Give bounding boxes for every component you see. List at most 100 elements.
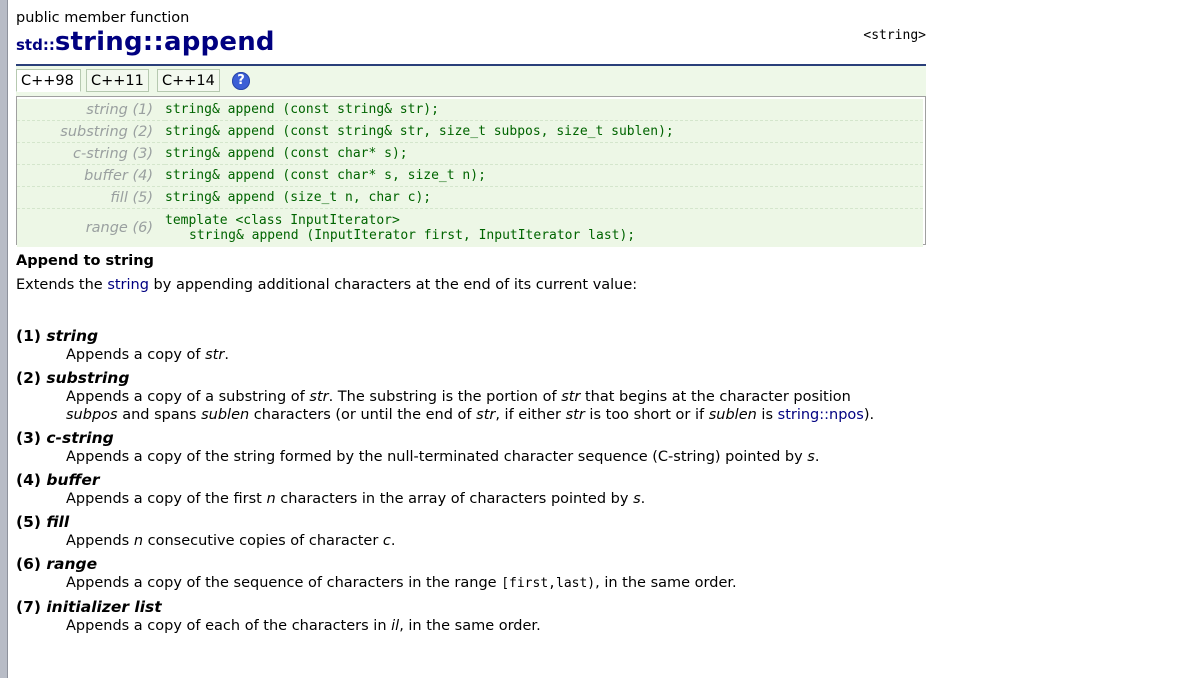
param-name: str [309, 389, 329, 405]
param-name: str [205, 347, 225, 363]
prototype-row: substring (2) string& append (const stri… [17, 120, 923, 143]
prototypes-box: string (1) string& append (const string&… [16, 96, 926, 247]
string-link[interactable]: string [107, 277, 149, 293]
text-part: that begins at the character position [580, 389, 851, 405]
title-function-name: string::append [54, 27, 275, 57]
param-name: str [476, 407, 496, 423]
param-name: sublen [201, 407, 250, 423]
description-title: Append to string [16, 253, 154, 269]
description-text: Extends the string by appending addition… [16, 277, 637, 293]
definition-text: Appends a copy of each of the characters… [66, 617, 926, 635]
member-kind-label: public member function [16, 10, 190, 26]
definition-number: (3) [16, 429, 41, 447]
definition-name: c-string [46, 429, 114, 447]
definition-number: (7) [16, 598, 41, 616]
prototype-row: range (6) template <class InputIterator>… [17, 208, 923, 247]
prototype-code: template <class InputIterator> string& ap… [165, 208, 923, 247]
definition-text: Appends a copy of the sequence of charac… [66, 574, 926, 593]
text-part: Appends a copy of the first [66, 491, 267, 507]
text-part: Appends a copy of a substring of [66, 389, 310, 405]
text-part: is too short or if [584, 407, 709, 423]
text-part: . [814, 449, 820, 465]
prototype-label: range (6) [17, 208, 165, 247]
text-part: Appends [66, 533, 134, 549]
definition-term: (5) fill [16, 512, 926, 532]
text-part: Appends a copy of [66, 347, 206, 363]
overload-definitions: (1) string Appends a copy of str. (2) su… [16, 326, 926, 639]
definition-text: subpos and spans sublen characters (or u… [66, 406, 926, 424]
param-name: c [382, 533, 391, 549]
param-name: n [133, 533, 144, 549]
definition-number: (6) [16, 555, 41, 573]
prototype-code-signature-line: string& append (InputIterator first, Inp… [189, 228, 636, 243]
definition-term: (1) string [16, 326, 926, 346]
param-name: str [561, 389, 581, 405]
definition-term: (7) initializer list [16, 597, 926, 617]
text-part: . The substring is the portion of [328, 389, 562, 405]
definition-item: (4) buffer Appends a copy of the first n… [16, 470, 926, 508]
param-name: s [633, 491, 641, 507]
definition-name: range [46, 555, 98, 573]
tab-cpp98[interactable]: C++98 [16, 69, 81, 92]
definition-item: (1) string Appends a copy of str. [16, 326, 926, 364]
definition-text: Appends a copy of the string formed by t… [66, 448, 926, 466]
text-part: characters (or until the end of [249, 407, 477, 423]
definition-term: (4) buffer [16, 470, 926, 490]
definition-term: (3) c-string [16, 428, 926, 448]
description-text-part: Extends the [16, 277, 108, 293]
prototype-row: buffer (4) string& append (const char* s… [17, 164, 923, 187]
text-part: consecutive copies of character [143, 533, 383, 549]
tab-cpp14[interactable]: C++14 [157, 69, 220, 92]
prototype-row: string (1) string& append (const string&… [17, 99, 923, 121]
prototype-label: string (1) [17, 99, 165, 121]
param-name: sublen [708, 407, 757, 423]
text-part: , if either [495, 407, 566, 423]
definition-name: fill [46, 513, 70, 531]
param-name: str [565, 407, 585, 423]
text-part: Appends a copy of the sequence of charac… [66, 575, 502, 591]
prototype-label: substring (2) [17, 120, 165, 143]
param-name: il [391, 618, 400, 634]
title-namespace: std:: [16, 36, 55, 54]
tab-cpp11[interactable]: C++11 [86, 69, 149, 92]
text-part: , in the same order. [595, 575, 737, 591]
text-part: . [224, 347, 229, 363]
definition-item: (2) substring Appends a copy of a substr… [16, 368, 926, 424]
definition-text: Appends a copy of the first n characters… [66, 490, 926, 508]
prototypes-table: string (1) string& append (const string&… [17, 99, 923, 247]
param-name: n [266, 491, 276, 507]
definition-item: (3) c-string Appends a copy of the strin… [16, 428, 926, 466]
definition-name: buffer [46, 471, 100, 489]
definition-number: (1) [16, 327, 41, 345]
definition-term: (2) substring [16, 368, 926, 388]
param-name: subpos [66, 407, 118, 423]
header-file-label: <string> [863, 28, 926, 43]
help-icon[interactable]: ? [232, 72, 250, 90]
text-part: and spans [117, 407, 202, 423]
description-text-part: by appending additional characters at th… [148, 277, 638, 293]
definition-number: (4) [16, 471, 41, 489]
text-part: is [756, 407, 778, 423]
definition-name: string [46, 327, 99, 345]
text-part: , in the same order. [399, 618, 541, 634]
prototype-code-template-line: template <class InputIterator> [165, 213, 400, 228]
prototype-code: string& append (const char* s); [165, 142, 923, 165]
npos-link[interactable]: string::npos [778, 407, 864, 423]
prototype-label: buffer (4) [17, 164, 165, 187]
prototype-row: c-string (3) string& append (const char*… [17, 142, 923, 165]
range-code: [first,last) [501, 576, 596, 591]
prototype-label: fill (5) [17, 186, 165, 209]
text-part: Appends a copy of the string formed by t… [66, 449, 808, 465]
definition-item: (6) range Appends a copy of the sequence… [16, 554, 926, 593]
definition-text: Appends a copy of a substring of str. Th… [66, 388, 926, 406]
standard-version-tabs: C++98 C++11 C++14 ? [16, 66, 926, 96]
page-title: std::string::append [16, 27, 275, 57]
definition-text: Appends n consecutive copies of characte… [66, 532, 926, 550]
text-part: ). [863, 407, 875, 423]
definition-item: (7) initializer list Appends a copy of e… [16, 597, 926, 635]
prototype-code: string& append (const string& str); [165, 99, 923, 121]
prototype-code: string& append (const char* s, size_t n)… [165, 164, 923, 187]
text-part: . [390, 533, 396, 549]
definition-number: (5) [16, 513, 41, 531]
definition-name: substring [46, 369, 130, 387]
